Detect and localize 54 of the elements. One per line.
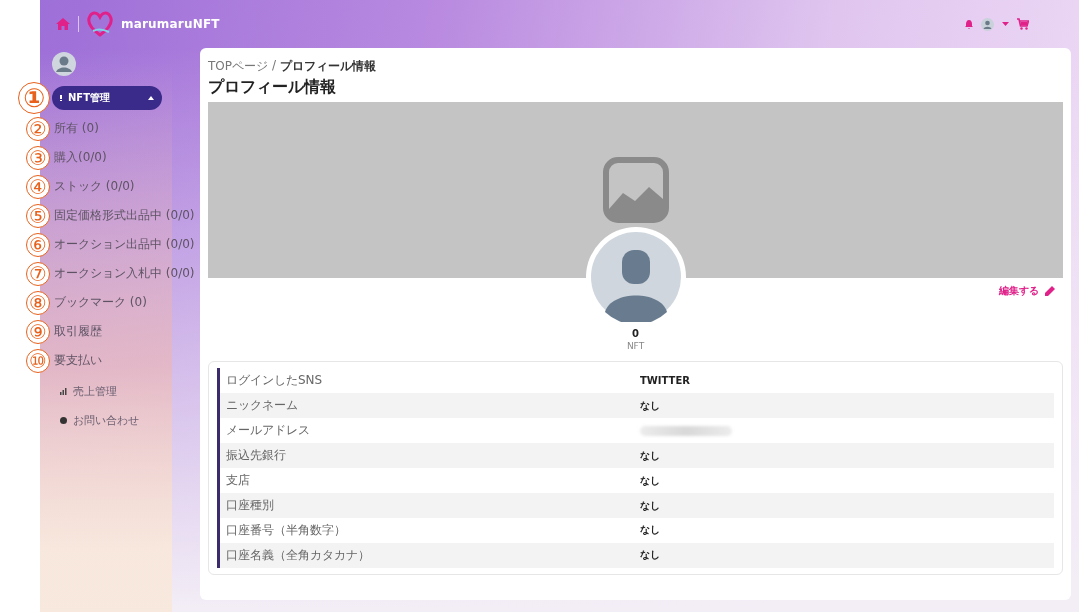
field-value: なし xyxy=(640,548,661,563)
annotation-marker: ⑩ xyxy=(26,348,50,373)
nft-count: 0 xyxy=(632,328,639,339)
bell-icon[interactable] xyxy=(965,19,973,29)
field-value: なし xyxy=(640,448,661,463)
field-label: 口座名義（全角カタカナ） xyxy=(225,546,371,564)
pencil-icon xyxy=(1045,286,1055,296)
cart-icon[interactable] xyxy=(1017,18,1029,30)
annotation-marker: ⑨ xyxy=(26,319,50,344)
annotation-marker: ⑦ xyxy=(26,261,50,286)
sidebar-item[interactable]: オークション出品中 (0/0) xyxy=(54,236,195,253)
sidebar-item[interactable]: 固定価格形式出品中 (0/0) xyxy=(54,207,195,224)
sidebar-item[interactable]: 取引履歴 xyxy=(54,323,102,340)
field-label: ニックネーム xyxy=(225,397,299,415)
field-value: なし xyxy=(640,473,661,488)
sidebar-item[interactable]: 所有 (0) xyxy=(54,120,99,137)
logo-text: marumaruNFT xyxy=(121,17,220,31)
field-value: なし xyxy=(640,523,661,538)
user-avatar-icon[interactable] xyxy=(981,17,994,31)
caret-icon xyxy=(148,96,154,100)
caret-icon[interactable] xyxy=(1002,22,1009,26)
field-value: TWITTER xyxy=(640,375,691,387)
bar-chart-icon xyxy=(60,388,67,395)
annotation-marker: ② xyxy=(26,116,50,141)
field-label: 支店 xyxy=(225,472,251,489)
heart-logo-icon xyxy=(87,11,113,37)
annotation-marker: ⑧ xyxy=(26,290,50,315)
sidebar-item[interactable]: ストック (0/0) xyxy=(54,178,135,195)
sidebar-item[interactable]: 要支払い xyxy=(54,352,102,369)
breadcrumb-separator: / xyxy=(272,58,277,74)
sidebar-item[interactable]: 購入(0/0) xyxy=(54,149,107,166)
annotation-marker: ⑤ xyxy=(26,203,50,228)
count-label: NFT xyxy=(626,341,645,351)
sidebar-item[interactable]: ブックマーク (0) xyxy=(54,294,147,311)
image-placeholder-icon xyxy=(602,157,669,223)
breadcrumb-current: プロフィール情報 xyxy=(280,58,377,75)
user-avatar-icon xyxy=(52,52,76,76)
page-title: プロフィール情報 xyxy=(208,77,337,98)
field-label: メールアドレス xyxy=(225,422,311,440)
annotation-marker: ③ xyxy=(26,145,50,170)
annotation-marker: ⑥ xyxy=(26,232,50,257)
field-label: 口座番号（半角数字） xyxy=(225,522,347,539)
field-value: なし xyxy=(640,398,661,413)
edit-link[interactable]: 編集する xyxy=(999,284,1055,298)
field-label: ログインしたSNS xyxy=(225,372,324,390)
field-label: 口座種別 xyxy=(225,497,275,514)
breadcrumb-link[interactable]: TOPページ xyxy=(208,58,268,75)
annotation-marker: ④ xyxy=(26,174,50,199)
field-value: なし xyxy=(640,498,661,513)
sidebar-link[interactable]: 売上管理 xyxy=(73,384,117,399)
annotation-marker: ① xyxy=(18,82,50,114)
sidebar-item[interactable]: オークション入札中 (0/0) xyxy=(54,265,195,282)
sidebar-link[interactable]: お問い合わせ xyxy=(73,413,139,428)
field-label: 振込先銀行 xyxy=(225,447,287,465)
